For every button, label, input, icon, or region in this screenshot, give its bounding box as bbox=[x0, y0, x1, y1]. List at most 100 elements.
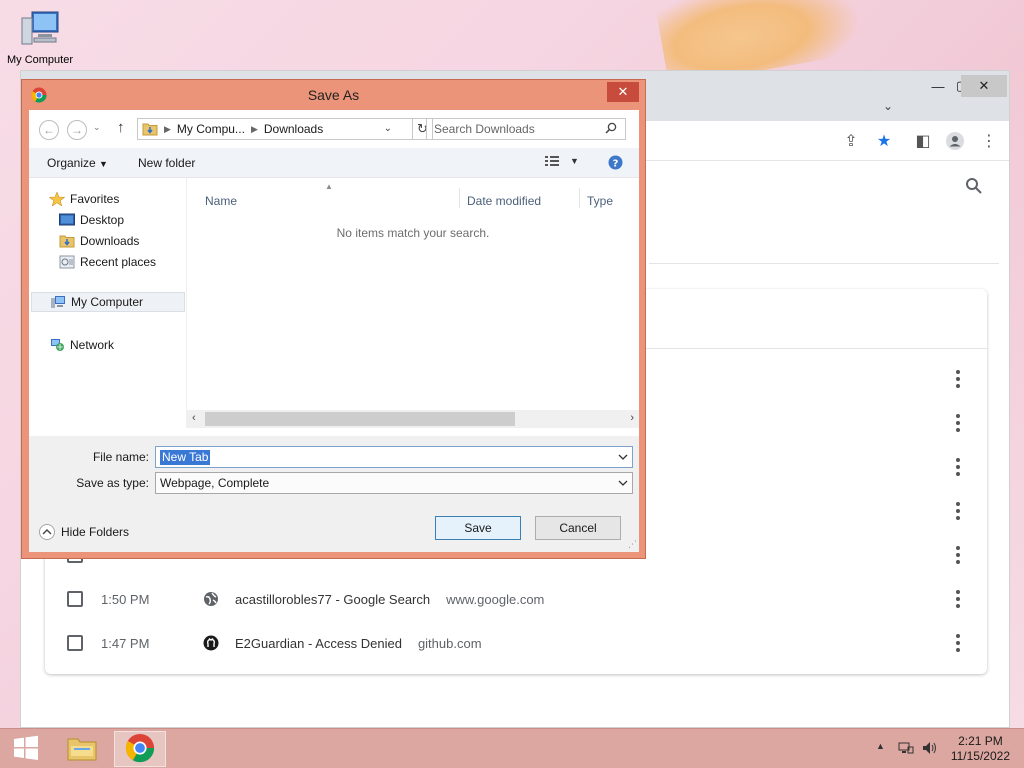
search-icon[interactable] bbox=[605, 122, 617, 137]
row-checkbox[interactable] bbox=[67, 591, 83, 607]
history-row[interactable]: 1:50 PM acastillorobles77 - Google Searc… bbox=[45, 577, 987, 621]
star-icon bbox=[48, 191, 66, 207]
network-tray-icon[interactable] bbox=[898, 741, 914, 758]
profile-avatar-icon[interactable] bbox=[945, 131, 965, 151]
nav-desktop[interactable]: Desktop bbox=[59, 211, 124, 229]
chevron-down-icon[interactable] bbox=[618, 452, 628, 462]
more-actions-icon[interactable] bbox=[955, 546, 961, 564]
nav-network[interactable]: Network bbox=[49, 336, 114, 354]
more-actions-icon[interactable] bbox=[955, 370, 961, 388]
computer-icon bbox=[50, 295, 66, 309]
visit-time: 1:50 PM bbox=[101, 591, 150, 607]
computer-icon bbox=[18, 8, 62, 52]
scrollbar-thumb[interactable] bbox=[205, 412, 515, 426]
scroll-left-icon[interactable]: ‹ bbox=[192, 412, 196, 424]
dialog-close-button[interactable]: ✕ bbox=[607, 82, 639, 102]
more-actions-icon[interactable] bbox=[955, 634, 961, 652]
file-name-input[interactable]: New Tab bbox=[155, 446, 633, 468]
clock-date: 11/15/2022 bbox=[950, 749, 1010, 763]
downloads-folder-icon bbox=[59, 234, 75, 248]
nav-label: Desktop bbox=[80, 213, 125, 227]
nav-favorites[interactable]: Favorites bbox=[48, 190, 120, 208]
dialog-title: Save As bbox=[307, 87, 360, 103]
hide-folders-button[interactable]: Hide Folders bbox=[39, 524, 129, 540]
cancel-button[interactable]: Cancel bbox=[535, 516, 621, 540]
empty-message: No items match your search. bbox=[336, 226, 490, 240]
chevron-right-icon: ▶ bbox=[164, 123, 171, 134]
organize-button[interactable]: Organize ▼ bbox=[47, 156, 108, 170]
close-icon: ✕ bbox=[617, 84, 629, 99]
file-name-label: File name: bbox=[92, 450, 149, 464]
desktop-icon-label: My Computer bbox=[6, 54, 74, 66]
new-folder-button[interactable]: New folder bbox=[138, 156, 195, 170]
chevron-up-icon bbox=[39, 524, 55, 540]
show-hidden-icons-icon[interactable]: ▲ bbox=[876, 741, 885, 751]
forward-button[interactable]: → bbox=[67, 120, 87, 140]
system-clock[interactable]: 2:21 PM 11/15/2022 bbox=[951, 734, 1010, 764]
github-icon bbox=[203, 635, 219, 651]
recent-locations-chevron-icon[interactable]: ⌄ bbox=[93, 122, 101, 133]
desktop-icon-my-computer[interactable]: My Computer bbox=[2, 8, 78, 66]
row-checkbox[interactable] bbox=[67, 635, 83, 651]
share-icon[interactable]: ⇪ bbox=[841, 131, 861, 151]
save-form: File name: New Tab Save as type: Webpage… bbox=[29, 436, 639, 552]
windows-logo-icon bbox=[13, 735, 39, 764]
up-button[interactable]: ↑ bbox=[117, 119, 125, 136]
help-icon[interactable]: ? bbox=[608, 155, 623, 173]
desktop-folder-icon bbox=[59, 213, 75, 227]
save-button[interactable]: Save bbox=[435, 516, 521, 540]
taskbar-file-explorer[interactable] bbox=[56, 731, 108, 767]
search-input[interactable]: Search Downloads bbox=[426, 118, 626, 140]
nav-my-computer[interactable]: My Computer bbox=[31, 292, 185, 312]
history-link[interactable]: E2Guardian - Access Denied github.com bbox=[235, 636, 482, 651]
nav-downloads[interactable]: Downloads bbox=[59, 232, 139, 250]
history-domain: www.google.com bbox=[446, 591, 545, 607]
back-button[interactable]: ← bbox=[39, 120, 59, 140]
command-bar: Organize ▼ New folder ▼ ? bbox=[29, 148, 639, 178]
nav-label: My Computer bbox=[71, 295, 144, 309]
view-dropdown-icon[interactable]: ▼ bbox=[570, 156, 579, 166]
history-domain: github.com bbox=[417, 635, 482, 651]
caret-down-icon: ▼ bbox=[99, 159, 108, 169]
folder-download-icon bbox=[142, 122, 158, 136]
history-search-icon[interactable] bbox=[965, 177, 983, 198]
taskbar-chrome[interactable] bbox=[114, 731, 166, 767]
more-actions-icon[interactable] bbox=[955, 414, 961, 432]
close-button[interactable]: ✕ bbox=[961, 75, 1007, 97]
more-actions-icon[interactable] bbox=[955, 502, 961, 520]
arrow-up-icon: ↑ bbox=[117, 119, 125, 136]
column-separator[interactable] bbox=[459, 188, 460, 208]
address-segment-downloads[interactable]: Downloads bbox=[264, 122, 323, 136]
navigation-bar: ← → ⌄ ↑ ▶ My Compu... ▶ Downloads ⌄ ↻ Se… bbox=[29, 110, 639, 148]
resize-grip-icon[interactable]: ⋰ bbox=[628, 539, 637, 550]
volume-icon[interactable] bbox=[922, 741, 938, 758]
bookmark-star-icon[interactable]: ★ bbox=[874, 131, 894, 151]
column-type[interactable]: Type bbox=[587, 194, 613, 208]
column-separator[interactable] bbox=[579, 188, 580, 208]
address-dropdown-icon[interactable]: ⌄ bbox=[384, 123, 392, 134]
nav-label: Favorites bbox=[70, 192, 120, 206]
nav-recent-places[interactable]: Recent places bbox=[59, 253, 156, 271]
horizontal-scrollbar[interactable]: ‹ › bbox=[187, 410, 639, 428]
address-bar[interactable]: ▶ My Compu... ▶ Downloads ⌄ bbox=[137, 118, 413, 140]
nav-label: Network bbox=[70, 338, 115, 352]
history-row[interactable]: 1:47 PM E2Guardian - Access Denied github… bbox=[45, 621, 987, 665]
scroll-right-icon[interactable]: › bbox=[630, 412, 634, 424]
arrow-left-icon: ← bbox=[43, 123, 55, 137]
file-name-value: New Tab bbox=[160, 450, 211, 465]
side-panel-icon[interactable]: ◧ bbox=[913, 131, 933, 151]
save-type-select[interactable]: Webpage, Complete bbox=[155, 472, 633, 494]
nav-label: Downloads bbox=[80, 234, 140, 248]
organize-label: Organize bbox=[47, 156, 96, 170]
more-actions-icon[interactable] bbox=[955, 458, 961, 476]
column-date-modified[interactable]: Date modified bbox=[467, 194, 541, 208]
view-options-button[interactable] bbox=[544, 154, 560, 171]
start-button[interactable] bbox=[0, 731, 52, 767]
column-name[interactable]: Name bbox=[205, 194, 237, 208]
more-actions-icon[interactable] bbox=[955, 590, 961, 608]
history-link[interactable]: acastillorobles77 - Google Search www.goo… bbox=[235, 592, 544, 607]
save-type-value: Webpage, Complete bbox=[160, 476, 270, 490]
address-segment-my-computer[interactable]: My Compu... bbox=[177, 122, 245, 136]
tab-search-chevron-icon[interactable]: ⌄ bbox=[883, 99, 893, 113]
chrome-menu-icon[interactable]: ⋮ bbox=[979, 131, 999, 151]
